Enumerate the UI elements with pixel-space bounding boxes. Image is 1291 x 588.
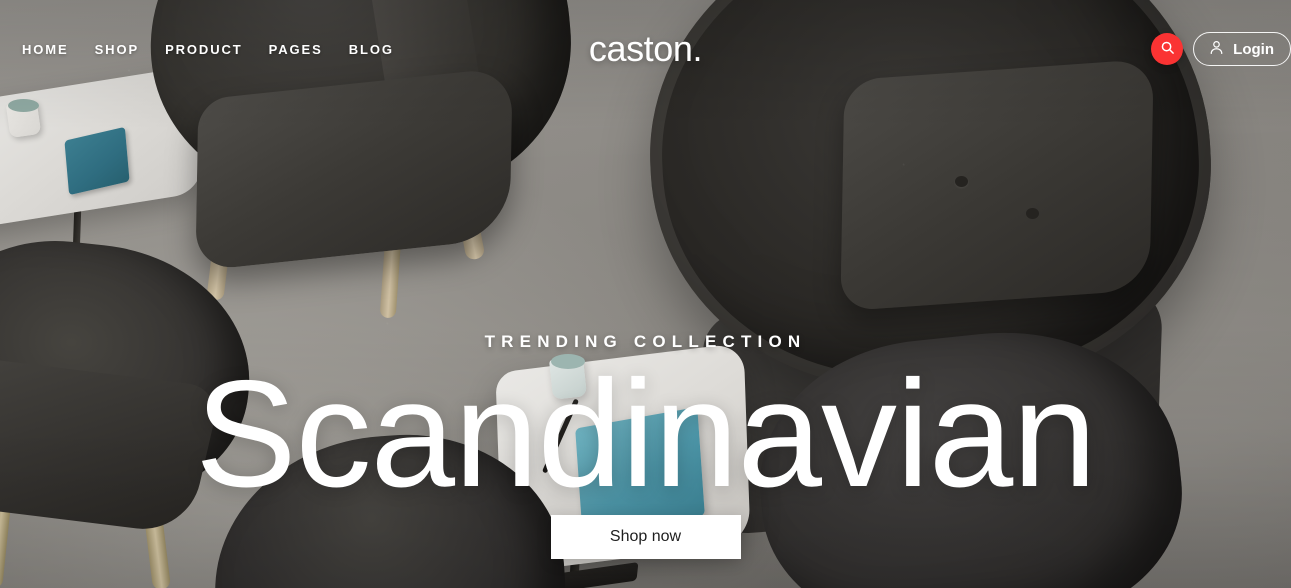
nav-item-pages[interactable]: PAGES [269, 42, 323, 57]
nav-item-home[interactable]: HOME [22, 42, 69, 57]
site-header: HOME SHOP PRODUCT PAGES BLOG caston. Log… [0, 0, 1291, 98]
header-actions: Login [1151, 0, 1291, 98]
user-icon [1208, 39, 1225, 60]
center-table-cup-rim [551, 354, 585, 369]
armchair-right-tuft-upper [955, 176, 968, 187]
nav-item-shop[interactable]: SHOP [95, 42, 139, 57]
search-icon [1160, 40, 1175, 58]
search-button[interactable] [1151, 33, 1184, 65]
hero-banner: HOME SHOP PRODUCT PAGES BLOG caston. Log… [0, 0, 1291, 588]
login-label: Login [1233, 40, 1274, 58]
login-button[interactable]: Login [1193, 32, 1291, 66]
nav-item-blog[interactable]: BLOG [349, 42, 394, 57]
main-navigation: HOME SHOP PRODUCT PAGES BLOG [22, 42, 394, 57]
side-table-left-cup-rim [8, 99, 39, 112]
armchair-right-tuft-lower [1026, 208, 1039, 219]
site-logo[interactable]: caston. [589, 28, 703, 70]
shop-now-button[interactable]: Shop now [550, 514, 741, 559]
nav-item-product[interactable]: PRODUCT [165, 42, 243, 57]
